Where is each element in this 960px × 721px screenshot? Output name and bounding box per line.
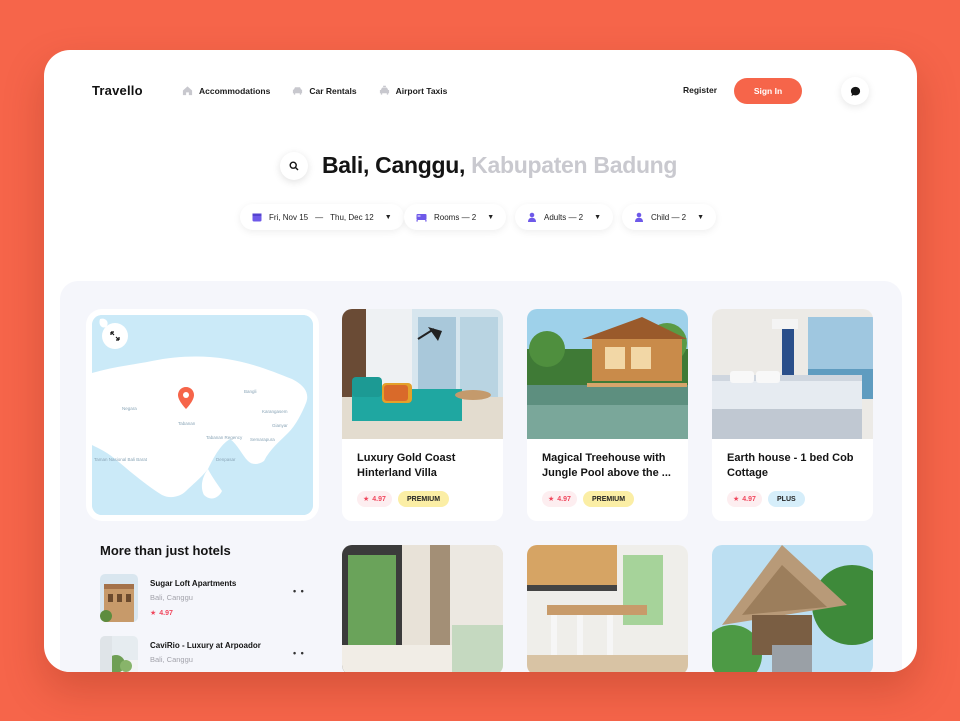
- hotel-card[interactable]: Earth house - 1 bed Cob Cottage ★ 4.97 PL…: [712, 309, 873, 521]
- chevron-down-icon: ▼: [697, 213, 705, 221]
- chevron-down-icon: ▼: [384, 213, 392, 221]
- more-options-icon[interactable]: • •: [293, 648, 305, 658]
- hotel-card[interactable]: Luxury Gold Coast Hinterland Villa ★ 4.97…: [342, 309, 503, 521]
- rooms-value: Rooms — 2: [434, 212, 477, 222]
- rating-badge: ★ 4.97: [542, 491, 577, 507]
- calendar-icon: [252, 213, 262, 222]
- sign-in-button[interactable]: Sign In: [734, 78, 802, 104]
- item-rating: ★ 4.97: [150, 609, 173, 618]
- hotel-card[interactable]: [527, 545, 688, 672]
- hotel-card[interactable]: Magical Treehouse with Jungle Pool above…: [527, 309, 688, 521]
- star-icon: ★: [733, 496, 740, 503]
- location-primary: Bali, Canggu,: [322, 152, 466, 178]
- adults-value: Adults — 2: [544, 212, 584, 222]
- bali-map: Negara Tabanan Regency Semarapura Denpas…: [92, 315, 313, 515]
- hotel-photo: [712, 545, 873, 672]
- hotel-photo: [342, 309, 503, 439]
- map-label: Taman Nasional Bali Barat: [94, 457, 148, 462]
- map-label: Karangasem: [262, 409, 288, 414]
- hotel-photo: [527, 309, 688, 439]
- person-icon: [635, 212, 643, 222]
- search-button[interactable]: [280, 152, 308, 180]
- bed-icon: [416, 214, 427, 222]
- rating-badge: ★ 4.97: [727, 491, 762, 507]
- rooms-filter[interactable]: Rooms — 2 ▼: [404, 204, 507, 230]
- hotel-photo: [527, 545, 688, 672]
- list-item[interactable]: Sugar Loft Apartments Bali, Canggu ★ 4.97…: [100, 574, 310, 624]
- star-icon: ★: [150, 610, 157, 617]
- item-name: Sugar Loft Apartments: [150, 579, 237, 588]
- list-item[interactable]: CaviRio - Luxury at Arpoador Bali, Cangg…: [100, 636, 310, 672]
- map-label: Negara: [122, 406, 137, 411]
- plus-badge: PLUS: [768, 491, 805, 507]
- rating-value: 4.97: [372, 495, 386, 503]
- map-label: Denpasar: [216, 457, 236, 462]
- rating-value: 4.97: [742, 495, 756, 503]
- thumbnail: [100, 574, 138, 622]
- app-window: Travello Accommodations Car Rentals Airp…: [44, 50, 917, 672]
- item-location: Bali, Canggu: [150, 655, 193, 664]
- thumbnail: [100, 636, 138, 672]
- hotel-title: Luxury Gold Coast Hinterland Villa: [357, 452, 456, 479]
- date-separator: —: [315, 212, 324, 222]
- hotel-title: Earth house - 1 bed Cob Cottage: [727, 452, 854, 479]
- more-options-icon[interactable]: • •: [293, 586, 305, 596]
- nav-airport-taxis[interactable]: Airport Taxis: [379, 85, 448, 96]
- main-nav: Accommodations Car Rentals Airport Taxis: [182, 85, 447, 96]
- nav-label: Airport Taxis: [395, 85, 448, 96]
- expand-icon: [110, 331, 120, 341]
- adults-filter[interactable]: Adults — 2 ▼: [515, 204, 614, 230]
- taxi-icon: [379, 85, 389, 95]
- rating-value: 4.97: [159, 609, 173, 617]
- chat-button[interactable]: [841, 77, 869, 105]
- chat-icon: [850, 86, 860, 96]
- child-filter[interactable]: Child — 2 ▼: [622, 204, 717, 230]
- hotel-photo: [342, 545, 503, 672]
- map-label: Tabanan Regency: [206, 435, 243, 440]
- home-icon: [182, 86, 193, 96]
- item-name: CaviRio - Luxury at Arpoador: [150, 641, 261, 650]
- chevron-down-icon: ▼: [487, 213, 495, 221]
- star-icon: ★: [548, 496, 555, 503]
- map-label: Semarapura: [250, 437, 275, 442]
- register-link[interactable]: Register: [683, 85, 717, 95]
- location-secondary: Kabupaten Badung: [471, 152, 678, 178]
- date-range-filter[interactable]: Fri, Nov 15 — Thu, Dec 12 ▼: [240, 204, 404, 230]
- section-title: More than just hotels: [100, 543, 231, 558]
- date-from: Fri, Nov 15: [269, 212, 309, 222]
- search-icon: [289, 161, 299, 171]
- premium-badge: PREMIUM: [583, 491, 635, 507]
- hotel-card[interactable]: [342, 545, 503, 672]
- date-to: Thu, Dec 12: [330, 212, 374, 222]
- pin-center: [183, 392, 189, 398]
- hotel-title: Magical Treehouse with Jungle Pool above…: [542, 452, 671, 479]
- car-icon: [293, 87, 303, 95]
- brand-logo[interactable]: Travello: [92, 83, 143, 98]
- nav-accommodations[interactable]: Accommodations: [182, 85, 270, 96]
- star-icon: ★: [363, 496, 370, 503]
- map-label: Gianyar: [272, 423, 288, 428]
- hotel-photo: [712, 309, 873, 439]
- child-value: Child — 2: [651, 212, 687, 222]
- nav-label: Car Rentals: [309, 85, 357, 96]
- item-location: Bali, Canggu: [150, 593, 193, 602]
- map-view[interactable]: Negara Tabanan Regency Semarapura Denpas…: [92, 315, 313, 515]
- nav-label: Accommodations: [199, 85, 271, 96]
- expand-map-button[interactable]: [102, 323, 128, 349]
- hotel-card[interactable]: [712, 545, 873, 672]
- rating-badge: ★ 4.97: [357, 491, 392, 507]
- map-label: Bangli: [244, 389, 257, 394]
- rating-value: 4.97: [557, 495, 571, 503]
- chevron-down-icon: ▼: [594, 213, 602, 221]
- search-location[interactable]: Bali, Canggu, Kabupaten Badung: [322, 152, 677, 179]
- premium-badge: PREMIUM: [398, 491, 450, 507]
- map-label: Tabanan: [178, 421, 196, 426]
- person-icon: [528, 212, 536, 222]
- nav-car-rentals[interactable]: Car Rentals: [292, 85, 357, 96]
